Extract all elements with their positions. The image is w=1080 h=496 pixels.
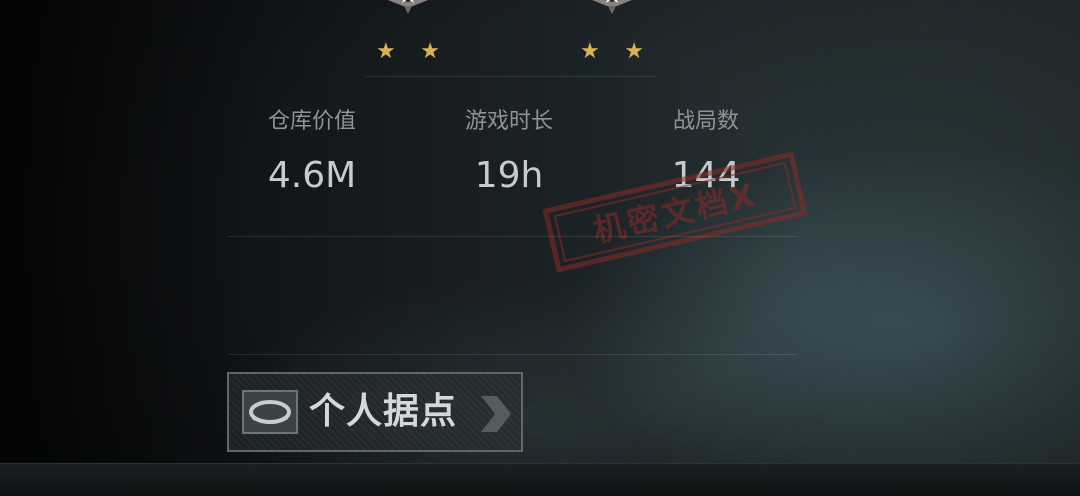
stat-label: 仓库价值	[267, 109, 356, 134]
rank-stars: ★ ★	[572, 40, 652, 64]
rank-badge-icon	[592, 0, 632, 14]
rank-stars: ★ ★	[368, 40, 448, 64]
stat-value: 4.6M	[267, 155, 357, 196]
base-icon	[242, 390, 298, 434]
stat-play-time: 游戏时长 19h	[429, 108, 589, 198]
divider-middle	[228, 236, 798, 237]
star-icon: ★	[376, 39, 396, 64]
personal-base-label: 个人据点	[309, 391, 458, 432]
rank-badge-1: ★ ★	[368, 0, 448, 70]
chevron-right-icon	[481, 396, 511, 432]
bottom-bar	[0, 463, 1080, 496]
stat-warehouse-value: 仓库价值 4.6M	[232, 108, 392, 198]
stat-label: 游戏时长	[464, 109, 553, 134]
divider-top	[365, 76, 657, 77]
rank-badge-2: ★ ★	[572, 0, 652, 70]
stat-label: 战局数	[672, 109, 739, 134]
stat-value: 19h	[474, 155, 544, 196]
star-icon: ★	[580, 39, 600, 64]
background-vignette	[0, 0, 1080, 495]
star-icon: ★	[624, 39, 644, 64]
rank-badge-icon	[388, 0, 428, 14]
star-icon: ★	[420, 39, 440, 64]
divider-lower	[228, 354, 798, 355]
personal-base-button[interactable]: 个人据点	[227, 372, 523, 452]
